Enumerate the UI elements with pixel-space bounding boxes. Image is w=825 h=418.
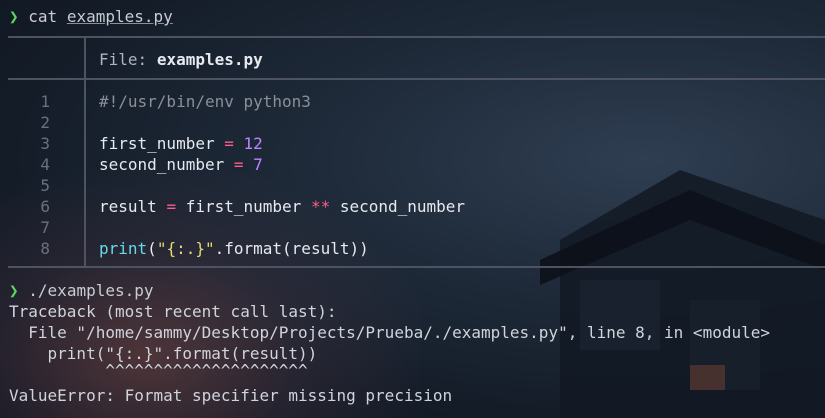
- prompt-icon: ❯: [9, 7, 19, 26]
- frame-top-border: [8, 36, 825, 38]
- code-line: result = first_number ** second_number: [99, 196, 465, 217]
- line-number: 2: [40, 113, 50, 132]
- file-header: File: examples.py: [99, 49, 263, 70]
- line-number: 8: [40, 239, 50, 258]
- code-line: second_number = 7: [99, 154, 263, 175]
- code-token-fn: print: [99, 239, 148, 258]
- code-token-plain: first_number: [99, 134, 225, 153]
- code-token-op: =: [224, 134, 234, 153]
- background-house-image: [540, 170, 825, 418]
- file-link[interactable]: examples.py: [67, 7, 173, 26]
- code-token-plain: second_number: [330, 197, 466, 216]
- command-text: cat: [28, 7, 58, 26]
- command-line-1: ❯ cat examples.py: [9, 6, 173, 27]
- code-token-op: =: [166, 197, 177, 216]
- code-token-comment: #!/usr/bin/env python3: [99, 92, 311, 111]
- line-number: 7: [40, 218, 50, 237]
- output-line: File "/home/sammy/Desktop/Projects/Prueb…: [9, 323, 770, 342]
- code-token-plain: second_number: [99, 155, 234, 174]
- frame-gutter-divider: [84, 79, 86, 266]
- output-line: Traceback (most recent call last):: [9, 302, 337, 321]
- code-line: print("{:.}".format(result)): [99, 238, 369, 259]
- code-token-op: **: [310, 197, 331, 216]
- command-line-2: ❯ ./examples.py: [9, 280, 154, 301]
- output-line-caret: ^^^^^^^^^^^^^^^^^^^^^: [9, 361, 308, 380]
- error-message: ValueError: Format specifier missing pre…: [9, 386, 453, 405]
- code-token-plain: result: [99, 197, 167, 216]
- file-header-label: File:: [99, 50, 148, 69]
- prompt-icon: ❯: [9, 281, 19, 300]
- frame-header-border: [8, 78, 825, 80]
- code-token-plain: first_number: [176, 197, 311, 216]
- frame-bottom-border: [8, 266, 825, 268]
- frame-header-divider: [84, 37, 86, 78]
- code-token-num: 12: [243, 134, 263, 153]
- code-line: #!/usr/bin/env python3: [99, 91, 311, 112]
- code-token-op: =: [233, 155, 244, 174]
- command-text: ./examples.py: [28, 281, 154, 300]
- code-token-num: 7: [253, 155, 263, 174]
- line-number: 6: [40, 197, 50, 216]
- code-token-str: "{:.}": [156, 239, 215, 258]
- file-header-name: examples.py: [156, 50, 263, 69]
- code-token-plain: .format(result)): [214, 239, 369, 258]
- line-number: 3: [40, 134, 50, 153]
- line-number: 5: [40, 176, 50, 195]
- line-number: 4: [40, 155, 50, 174]
- line-number: 1: [40, 92, 50, 111]
- code-line: first_number = 12: [99, 133, 263, 154]
- code-token-plain: (: [147, 239, 157, 258]
